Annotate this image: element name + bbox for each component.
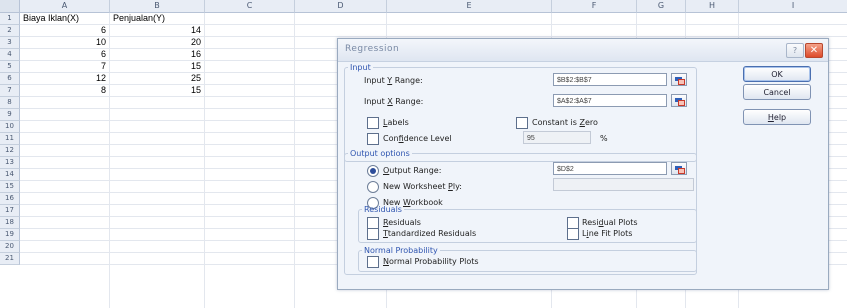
help-button[interactable]: Help xyxy=(743,109,811,125)
column-header-d[interactable]: D xyxy=(295,0,387,13)
residual-plots-label: Residual Plots xyxy=(582,218,638,227)
row-header[interactable]: 6 xyxy=(0,73,20,85)
row-header[interactable]: 11 xyxy=(0,133,20,145)
select-all-corner[interactable] xyxy=(0,0,20,13)
row-header[interactable]: 17 xyxy=(0,205,20,217)
collapse-dialog-icon[interactable] xyxy=(671,162,687,175)
dialog-title: Regression xyxy=(345,44,400,54)
cell-b6[interactable]: 25 xyxy=(110,73,201,84)
cell-b3[interactable]: 20 xyxy=(110,37,201,48)
cell-a5[interactable]: 7 xyxy=(20,61,106,72)
collapse-dialog-icon[interactable] xyxy=(671,94,687,107)
output-range-label: Output Range: xyxy=(383,166,442,175)
row-header[interactable]: 5 xyxy=(0,61,20,73)
cancel-button[interactable]: Cancel xyxy=(743,84,811,100)
cell-a1[interactable]: Biaya Iklan(X) xyxy=(23,13,109,24)
dialog-titlebar[interactable]: Regression ? ✕ xyxy=(338,39,828,62)
row-header[interactable]: 12 xyxy=(0,145,20,157)
cell-a4[interactable]: 6 xyxy=(20,49,106,60)
cell-b5[interactable]: 15 xyxy=(110,61,201,72)
cell-a7[interactable]: 8 xyxy=(20,85,106,96)
column-header-a[interactable]: A xyxy=(20,0,110,13)
column-header-f[interactable]: F xyxy=(552,0,637,13)
confidence-level-checkbox[interactable] xyxy=(367,133,379,145)
row-header[interactable]: 9 xyxy=(0,109,20,121)
standardized-residuals-label: Ttandardized Residuals xyxy=(383,229,477,238)
row-header[interactable]: 21 xyxy=(0,253,20,265)
column-header-b[interactable]: B xyxy=(110,0,205,13)
cell-b7[interactable]: 15 xyxy=(110,85,201,96)
input-y-range-label: Input Y Range: xyxy=(364,76,423,85)
constant-is-zero-checkbox[interactable] xyxy=(516,117,528,129)
column-header-h[interactable]: H xyxy=(686,0,739,13)
labels-checkbox[interactable] xyxy=(367,117,379,129)
normal-probability-plots-checkbox[interactable] xyxy=(367,256,379,268)
row-header[interactable]: 8 xyxy=(0,97,20,109)
close-button[interactable]: ✕ xyxy=(805,43,823,58)
output-options-legend: Output options xyxy=(350,149,410,158)
residuals-label: Residuals xyxy=(383,218,421,227)
row-header[interactable]: 15 xyxy=(0,181,20,193)
labels-label: Labels xyxy=(383,118,409,127)
column-header-g[interactable]: G xyxy=(637,0,686,13)
row-header[interactable]: 20 xyxy=(0,241,20,253)
ok-button[interactable]: OK xyxy=(743,66,811,82)
line-fit-plots-label: Line Fit Plots xyxy=(582,229,633,238)
percent-sign: % xyxy=(600,134,608,143)
standardized-residuals-checkbox[interactable] xyxy=(367,228,379,240)
output-range-radio[interactable] xyxy=(367,165,379,177)
input-x-range-field[interactable]: $A$2:$A$7 xyxy=(553,94,667,107)
row-header[interactable]: 2 xyxy=(0,25,20,37)
row-header[interactable]: 4 xyxy=(0,49,20,61)
row-header[interactable]: 13 xyxy=(0,157,20,169)
output-range-field[interactable]: $D$2 xyxy=(553,162,667,175)
column-header-c[interactable]: C xyxy=(205,0,295,13)
normal-probability-legend: Normal Probability xyxy=(364,246,438,255)
confidence-level-field[interactable]: 95 xyxy=(523,131,591,144)
row-header[interactable]: 3 xyxy=(0,37,20,49)
row-header[interactable]: 18 xyxy=(0,217,20,229)
cell-a2[interactable]: 6 xyxy=(20,25,106,36)
constant-is-zero-label: Constant is Zero xyxy=(532,118,598,127)
cell-a6[interactable]: 12 xyxy=(20,73,106,84)
row-header[interactable]: 7 xyxy=(0,85,20,97)
new-worksheet-ply-radio[interactable] xyxy=(367,181,379,193)
row-header[interactable]: 16 xyxy=(0,193,20,205)
new-worksheet-ply-field[interactable] xyxy=(553,178,694,191)
normal-probability-plots-label: Normal Probability Plots xyxy=(383,257,479,266)
residuals-legend: Residuals xyxy=(364,205,402,214)
confidence-level-label: Confidence Level xyxy=(383,134,452,143)
collapse-dialog-icon[interactable] xyxy=(671,73,687,86)
row-header[interactable]: 14 xyxy=(0,169,20,181)
cell-b1[interactable]: Penjualan(Y) xyxy=(113,13,203,24)
cell-b4[interactable]: 16 xyxy=(110,49,201,60)
input-x-range-label: Input X Range: xyxy=(364,97,424,106)
row-header[interactable]: 10 xyxy=(0,121,20,133)
row-header[interactable]: 19 xyxy=(0,229,20,241)
input-y-range-field[interactable]: $B$2:$B$7 xyxy=(553,73,667,86)
regression-dialog: Regression ? ✕ Input Input Y Range: $B$2… xyxy=(337,38,829,290)
column-header-e[interactable]: E xyxy=(387,0,552,13)
column-header-i[interactable]: I xyxy=(739,0,847,13)
input-group-legend: Input xyxy=(350,63,371,72)
help-title-button[interactable]: ? xyxy=(786,43,804,58)
cell-b2[interactable]: 14 xyxy=(110,25,201,36)
new-worksheet-ply-label: New Worksheet Ply: xyxy=(383,182,462,191)
row-header[interactable]: 1 xyxy=(0,13,20,25)
line-fit-plots-checkbox[interactable] xyxy=(567,228,579,240)
cell-a3[interactable]: 10 xyxy=(20,37,106,48)
